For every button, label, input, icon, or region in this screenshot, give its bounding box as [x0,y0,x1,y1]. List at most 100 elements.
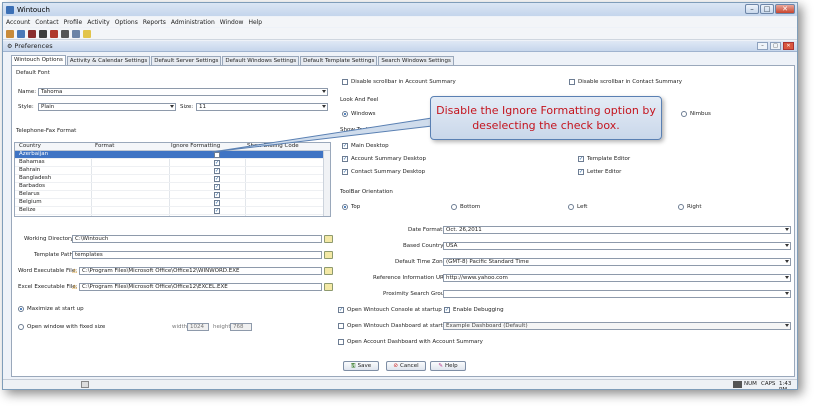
working-directory-field[interactable]: C:\Wintouch [72,235,322,243]
default-time-zone-combo[interactable]: (GMT-8) Pacific Standard Time [443,258,791,266]
orientation-bottom-radio[interactable] [451,204,457,210]
proximity-search-combo[interactable] [443,290,791,298]
laf-nimbus-label: Nimbus [690,111,711,117]
calendar-icon[interactable] [28,29,36,38]
font-name-combo[interactable]: Tahoma [38,88,328,96]
menu-profile[interactable]: Profile [64,19,83,26]
date-format-combo[interactable]: Oct. 26,2011 [443,226,791,234]
menu-window[interactable]: Window [220,19,244,26]
toolbar-orientation-heading: ToolBar Orientation [340,189,393,195]
folder-icon[interactable] [83,29,91,38]
dashboard-combo[interactable]: Example Dashboard (Default) [443,322,791,330]
report-icon[interactable] [39,29,47,38]
maximize-radio[interactable] [18,306,24,312]
col-show-dialing-code[interactable]: Show Dialing Code [247,143,299,150]
col-format[interactable]: Format [95,143,114,150]
country-cell: Barbados [19,183,45,189]
tooltip-letter-editor-checkbox[interactable]: ✓ [578,169,584,175]
help-button[interactable]: ✎ Help [430,361,466,371]
tab-search-windows[interactable]: Search Windows Settings [378,56,454,65]
width-field[interactable]: 1024 [187,323,209,331]
font-size-combo[interactable]: 11 [196,103,328,111]
person-icon[interactable] [6,29,14,38]
pref-minimize-icon[interactable]: – [757,42,768,50]
ignore-formatting-checkbox[interactable]: ✓ [214,192,220,198]
orientation-right-radio[interactable] [678,204,684,210]
minimize-icon[interactable]: – [745,4,759,14]
table-row[interactable]: Belgium ✓ [15,199,324,207]
fixed-size-radio[interactable] [18,324,24,330]
ignore-formatting-checkbox[interactable]: ✓ [214,176,220,182]
maximize-icon[interactable]: □ [760,4,774,14]
tab-default-template[interactable]: Default Template Settings [300,56,378,65]
menu-account[interactable]: Account [6,19,30,26]
chevron-down-icon [322,105,326,108]
open-console-checkbox[interactable]: ✓ [338,307,344,313]
enable-debugging-checkbox[interactable]: ✓ [444,307,450,313]
pref-restore-icon[interactable]: □ [770,42,781,50]
reference-url-combo[interactable]: http://www.yahoo.com [443,274,791,282]
tab-activity-calendar[interactable]: Activity & Calendar Settings [66,56,151,65]
reference-url-label: Reference Information URL: [373,275,449,281]
callout-text: Disable the Ignore Formatting option by … [436,104,656,132]
cancel-icon: ⊘ [393,363,398,369]
table-row[interactable]: Bangladesh ✓ [15,175,324,183]
menu-contact[interactable]: Contact [35,19,58,26]
tab-wintouch-options[interactable]: Wintouch Options [11,55,66,65]
menu-administration[interactable]: Administration [171,19,215,26]
orientation-left-radio[interactable] [568,204,574,210]
tooltip-main-desktop-checkbox[interactable]: ✓ [342,143,348,149]
menu-help[interactable]: Help [248,19,262,26]
laf-windows-radio[interactable] [342,111,348,117]
tooltip-template-editor-checkbox[interactable]: ✓ [578,156,584,162]
menu-activity[interactable]: Activity [87,19,109,26]
ignore-formatting-checkbox[interactable]: ✓ [214,160,220,166]
based-country-combo[interactable]: USA [443,242,791,250]
col-country[interactable]: Country [19,143,41,150]
orientation-top-radio[interactable] [342,204,348,210]
ignore-formatting-checkbox[interactable] [214,152,220,158]
table-scrollbar[interactable] [323,151,330,216]
folder-browse-icon[interactable] [324,235,333,243]
account-dashboard-checkbox[interactable] [338,339,344,345]
table-row[interactable]: Barbados ✓ [15,183,324,191]
table-row[interactable]: Bahrain ✓ [15,167,324,175]
notes-icon[interactable] [72,29,80,38]
menu-reports[interactable]: Reports [143,19,166,26]
ignore-formatting-checkbox[interactable]: ✓ [214,200,220,206]
open-dashboard-checkbox[interactable] [338,323,344,329]
excel-executable-field[interactable]: C:\Program Files\Microsoft Office\Office… [79,283,322,291]
tooltip-contact-summary-checkbox[interactable]: ✓ [342,169,348,175]
col-ignore-formatting[interactable]: Ignore Formatting [171,143,220,150]
menu-options[interactable]: Options [115,19,138,26]
folder-browse-icon[interactable] [324,267,333,275]
save-icon: 🖫 [350,363,356,369]
ignore-formatting-checkbox[interactable]: ✓ [214,168,220,174]
table-row[interactable]: Azerbaijan [15,151,324,159]
disable-scroll-contact-checkbox[interactable] [569,79,575,85]
tooltip-account-summary-checkbox[interactable]: ✓ [342,156,348,162]
table-row[interactable]: Belize ✓ [15,207,324,215]
checklist-icon[interactable] [50,29,58,38]
tab-default-server[interactable]: Default Server Settings [151,56,222,65]
ignore-formatting-checkbox[interactable]: ✓ [214,208,220,214]
height-field[interactable]: 768 [230,323,252,331]
laf-nimbus-radio[interactable] [681,111,687,117]
disable-scroll-account-checkbox[interactable] [342,79,348,85]
font-style-combo[interactable]: Plain [38,103,176,111]
email-icon[interactable] [61,29,69,38]
ignore-formatting-checkbox[interactable]: ✓ [214,184,220,190]
table-row[interactable]: Belarus ✓ [15,191,324,199]
close-icon[interactable]: ✕ [775,4,795,14]
people-icon[interactable] [17,29,25,38]
template-path-field[interactable]: templates [72,251,322,259]
folder-browse-icon[interactable] [324,283,333,291]
folder-browse-icon[interactable] [324,251,333,259]
word-executable-field[interactable]: C:\Program Files\Microsoft Office\Office… [79,267,322,275]
fixed-size-label: Open window with fixed size [27,324,106,330]
cancel-button[interactable]: ⊘ Cancel [386,361,426,371]
save-button[interactable]: 🖫 Save [343,361,379,371]
pref-close-icon[interactable]: ✕ [783,42,794,50]
tab-default-windows[interactable]: Default Windows Settings [222,56,300,65]
table-row[interactable]: Bahamas ✓ [15,159,324,167]
